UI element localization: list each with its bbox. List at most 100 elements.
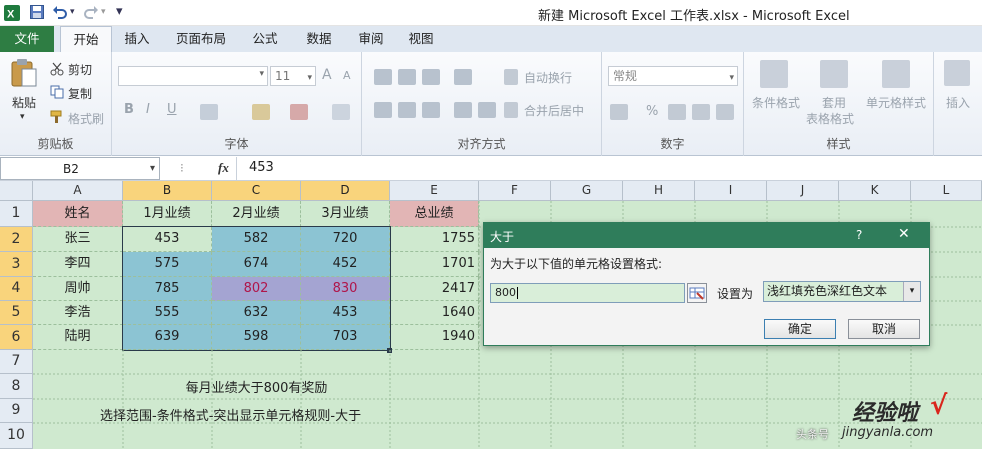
- align-middle-icon[interactable]: [398, 69, 416, 85]
- orientation-icon[interactable]: [454, 69, 472, 85]
- column-header[interactable]: F: [479, 181, 551, 201]
- wrap-text-icon[interactable]: [504, 69, 518, 85]
- customize-toolbar-icon[interactable]: ▾: [116, 4, 123, 20]
- row-header[interactable]: 5: [0, 301, 33, 325]
- tab-view[interactable]: 视图: [398, 26, 444, 52]
- tab-page-layout[interactable]: 页面布局: [168, 26, 234, 52]
- conditional-formatting-icon[interactable]: [760, 60, 788, 88]
- cell-styles-button[interactable]: 单元格样式: [866, 94, 926, 111]
- tab-file[interactable]: 文件: [0, 26, 54, 52]
- format-select[interactable]: 浅红填充色深红色文本 ▾: [763, 281, 921, 302]
- align-center-icon[interactable]: [398, 102, 416, 118]
- shrink-font-button[interactable]: A: [343, 69, 351, 82]
- column-header[interactable]: L: [911, 181, 982, 201]
- formula-bar-expand-icon[interactable]: ⁝: [180, 161, 184, 175]
- select-all-corner[interactable]: [0, 181, 33, 201]
- grow-font-button[interactable]: A: [322, 67, 332, 83]
- insert-cells-icon[interactable]: [944, 60, 970, 86]
- column-header[interactable]: H: [623, 181, 695, 201]
- format-select-arrow-icon[interactable]: ▾: [903, 282, 920, 301]
- format-painter-button[interactable]: 格式刷: [68, 110, 104, 127]
- format-as-table-icon[interactable]: [820, 60, 848, 88]
- dialog-title-bar[interactable]: 大于 ? ✕: [484, 223, 929, 248]
- undo-dropdown-icon[interactable]: ▾: [70, 4, 75, 20]
- cut-button[interactable]: 剪切: [68, 61, 92, 78]
- note-reward[interactable]: 每月业绩大于800有奖励: [123, 377, 390, 396]
- value-input[interactable]: 800: [490, 283, 685, 303]
- paste-dropdown-icon[interactable]: ▾: [20, 112, 25, 122]
- redo-icon[interactable]: [83, 4, 99, 20]
- row-header[interactable]: 7: [0, 350, 33, 374]
- column-header[interactable]: C: [212, 181, 301, 201]
- font-size-select[interactable]: 11 ▾: [270, 66, 316, 86]
- column-header[interactable]: I: [695, 181, 767, 201]
- tab-home[interactable]: 开始: [60, 26, 112, 53]
- format-painter-icon[interactable]: [50, 110, 64, 124]
- wrap-text-button[interactable]: 自动换行: [524, 69, 572, 86]
- copy-button[interactable]: 复制: [68, 85, 92, 102]
- font-color-icon[interactable]: [290, 104, 308, 120]
- decrease-indent-icon[interactable]: [454, 102, 472, 118]
- fill-color-icon[interactable]: [252, 104, 270, 120]
- paste-button[interactable]: 粘贴: [12, 94, 36, 111]
- note-instruction[interactable]: 选择范围-条件格式-突出显示单元格规则-大于: [100, 405, 361, 424]
- decrease-decimal-icon[interactable]: [716, 104, 734, 120]
- phonetic-icon[interactable]: [332, 104, 350, 120]
- align-right-icon[interactable]: [422, 102, 440, 118]
- format-as-table-line1[interactable]: 套用: [822, 94, 846, 111]
- column-header[interactable]: J: [767, 181, 839, 201]
- close-button[interactable]: ✕: [898, 226, 910, 242]
- row-header[interactable]: 8: [0, 374, 33, 399]
- row-header[interactable]: 9: [0, 399, 33, 423]
- comma-style-icon[interactable]: [668, 104, 686, 120]
- tab-review[interactable]: 审阅: [348, 26, 394, 52]
- insert-function-icon[interactable]: fx: [218, 160, 229, 176]
- cut-icon[interactable]: [50, 62, 64, 76]
- column-header[interactable]: B: [123, 181, 212, 201]
- column-header[interactable]: K: [839, 181, 911, 201]
- cell-styles-icon[interactable]: [882, 60, 910, 88]
- bold-button[interactable]: B: [124, 102, 134, 117]
- align-top-icon[interactable]: [374, 69, 392, 85]
- increase-decimal-icon[interactable]: [692, 104, 710, 120]
- column-header[interactable]: D: [301, 181, 390, 201]
- tab-data[interactable]: 数据: [296, 26, 342, 52]
- row-header[interactable]: 6: [0, 325, 33, 350]
- row-header[interactable]: 1: [0, 201, 33, 227]
- row-header[interactable]: 3: [0, 252, 33, 277]
- column-header[interactable]: A: [33, 181, 123, 201]
- save-icon[interactable]: [30, 5, 44, 19]
- italic-button[interactable]: I: [146, 102, 150, 117]
- increase-indent-icon[interactable]: [478, 102, 496, 118]
- tab-insert[interactable]: 插入: [114, 26, 160, 52]
- tab-formulas[interactable]: 公式: [242, 26, 288, 52]
- column-header[interactable]: E: [390, 181, 479, 201]
- row-header[interactable]: 2: [0, 227, 33, 252]
- accounting-format-icon[interactable]: [610, 104, 628, 120]
- number-format-select[interactable]: 常规 ▾: [608, 66, 738, 86]
- formula-input[interactable]: 453: [236, 157, 982, 180]
- ok-button[interactable]: 确定: [764, 319, 836, 339]
- format-as-table-line2[interactable]: 表格格式: [806, 110, 854, 127]
- merge-center-button[interactable]: 合并后居中: [524, 102, 584, 119]
- percent-button[interactable]: %: [646, 104, 658, 119]
- copy-icon[interactable]: [50, 85, 64, 99]
- undo-icon[interactable]: [52, 4, 68, 20]
- row-header[interactable]: 10: [0, 423, 33, 449]
- row-header[interactable]: 4: [0, 277, 33, 301]
- insert-cells-button[interactable]: 插入: [946, 94, 970, 111]
- cancel-button[interactable]: 取消: [848, 319, 920, 339]
- merge-center-icon[interactable]: [504, 102, 518, 118]
- align-left-icon[interactable]: [374, 102, 392, 118]
- column-header[interactable]: G: [551, 181, 623, 201]
- conditional-formatting-button[interactable]: 条件格式: [752, 94, 800, 111]
- align-bottom-icon[interactable]: [422, 69, 440, 85]
- name-box[interactable]: B2 ▾: [0, 157, 160, 180]
- font-name-select[interactable]: ▾: [118, 66, 268, 86]
- redo-dropdown-icon[interactable]: ▾: [101, 4, 106, 20]
- excel-app-icon[interactable]: X: [4, 5, 20, 21]
- underline-button[interactable]: U: [167, 102, 177, 117]
- help-button[interactable]: ?: [856, 228, 862, 242]
- borders-icon[interactable]: [200, 104, 218, 120]
- range-picker-icon[interactable]: [687, 283, 707, 303]
